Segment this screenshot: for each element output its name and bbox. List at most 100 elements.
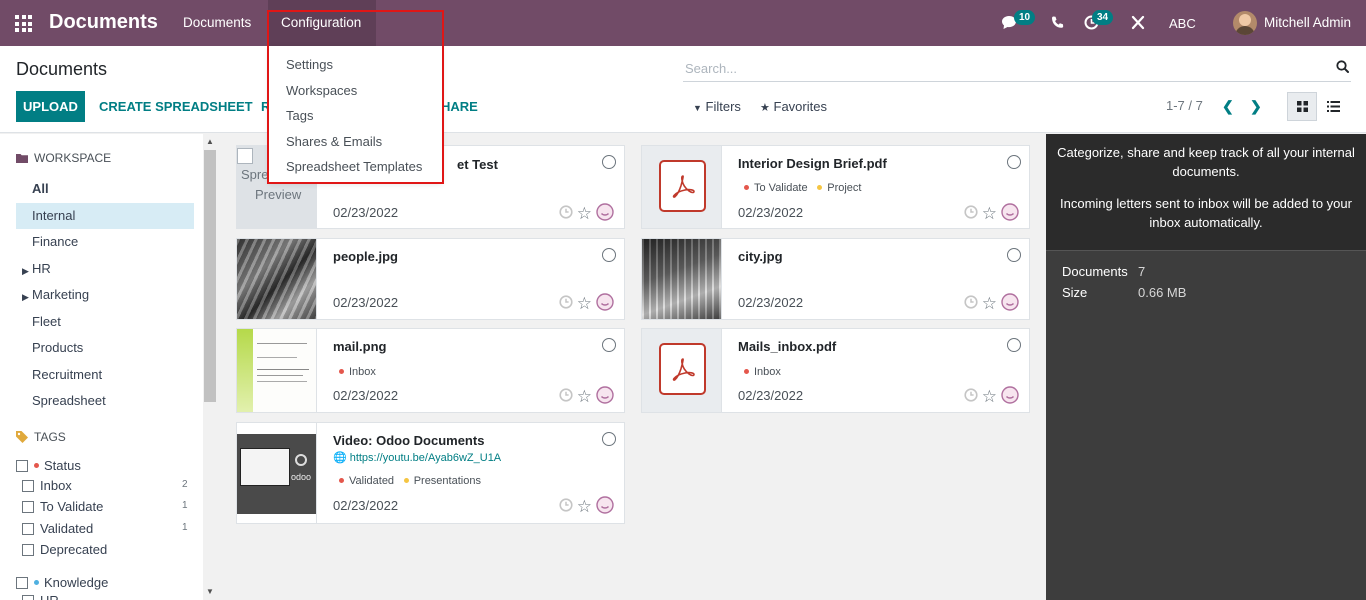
menu-documents[interactable]: Documents	[183, 15, 251, 30]
star-icon: ★	[760, 102, 770, 114]
scroll-down-icon[interactable]: ▼	[206, 587, 214, 596]
status-checkbox[interactable]	[16, 459, 28, 472]
clock-icon[interactable]	[559, 205, 573, 222]
company-switcher[interactable]: ABC	[1169, 16, 1196, 31]
to-validate-checkbox[interactable]	[22, 500, 34, 513]
search-icon[interactable]	[1336, 60, 1349, 76]
card-select-icon[interactable]	[1007, 338, 1021, 352]
star-icon[interactable]: ☆	[577, 204, 592, 224]
document-card[interactable]: Interior Design Brief.pdf To Validate Pr…	[641, 145, 1030, 229]
star-icon[interactable]: ☆	[982, 204, 997, 224]
smiley-icon[interactable]	[596, 496, 614, 517]
card-select-icon[interactable]	[602, 338, 616, 352]
sidebar-item-recruitment[interactable]: Recruitment	[16, 362, 194, 388]
star-icon[interactable]: ☆	[982, 387, 997, 407]
upload-button[interactable]: UPLOAD	[16, 91, 85, 122]
list-icon	[1326, 101, 1340, 112]
card-date: 02/23/2022	[333, 498, 399, 513]
video-thumbnail-image: odoo	[237, 434, 316, 514]
list-view-button[interactable]	[1318, 92, 1348, 121]
card-thumbnail	[642, 239, 722, 319]
kanban-view-button[interactable]	[1287, 92, 1317, 121]
card-date: 02/23/2022	[333, 388, 399, 403]
documents-count-label: Documents	[1062, 264, 1128, 279]
sidebar-item-all[interactable]: All	[16, 176, 194, 202]
card-name: city.jpg	[738, 249, 783, 264]
smiley-icon[interactable]	[596, 293, 614, 314]
tag-row-inbox[interactable]: Inbox	[22, 478, 72, 493]
clock-icon[interactable]	[964, 295, 978, 312]
app-title[interactable]: Documents	[49, 11, 158, 34]
card-select-icon[interactable]	[1007, 248, 1021, 262]
card-thumbnail: odoo	[237, 423, 317, 523]
tag-row-knowledge-partial[interactable]: HR	[22, 593, 59, 600]
smiley-icon[interactable]	[1001, 203, 1019, 224]
tag-row-deprecated[interactable]: Deprecated	[22, 542, 107, 557]
clock-icon[interactable]	[559, 295, 573, 312]
pager-next-icon[interactable]: ❯	[1250, 98, 1262, 115]
help-text: Incoming letters sent to inbox will be a…	[1060, 196, 1352, 230]
pager-value[interactable]: 1-7 / 7	[1166, 98, 1203, 113]
tag-row-validated[interactable]: Validated	[22, 521, 93, 536]
phone-icon[interactable]	[1051, 16, 1064, 32]
clock-icon[interactable]	[559, 388, 573, 405]
workspace-section-title: WORKSPACE	[16, 151, 111, 165]
star-icon[interactable]: ☆	[982, 294, 997, 314]
sidebar-item-finance[interactable]: Finance	[16, 229, 194, 255]
document-card[interactable]: people.jpg 02/23/2022 ☆	[236, 238, 625, 320]
apps-menu-icon[interactable]	[15, 15, 32, 32]
sidebar-item-hr[interactable]: HR	[16, 256, 194, 282]
favorites-toggle[interactable]: ★ Favorites	[760, 99, 827, 114]
card-select-icon[interactable]	[602, 248, 616, 262]
sidebar-item-spreadsheet[interactable]: Spreadsheet	[16, 388, 194, 414]
tools-icon[interactable]	[1131, 15, 1145, 33]
sidebar-item-marketing[interactable]: Marketing	[16, 282, 194, 308]
sidebar-item-products[interactable]: Products	[16, 335, 194, 361]
scroll-up-icon[interactable]: ▲	[206, 137, 214, 146]
clock-icon[interactable]	[964, 388, 978, 405]
knowledge-group-row[interactable]: Knowledge	[16, 575, 108, 590]
search-input[interactable]	[683, 56, 1313, 80]
document-card[interactable]: city.jpg 02/23/2022 ☆	[641, 238, 1030, 320]
smiley-icon[interactable]	[596, 203, 614, 224]
tag-dot-icon	[339, 478, 344, 483]
sidebar-item-internal[interactable]: Internal	[16, 203, 194, 229]
smiley-icon[interactable]	[596, 386, 614, 407]
card-select-icon[interactable]	[1007, 155, 1021, 169]
document-card[interactable]: odoo Video: Odoo Documents 🌐 https://you…	[236, 422, 625, 524]
sidebar-scroll-thumb[interactable]	[204, 150, 216, 402]
inspector-panel: Categorize, share and keep track of all …	[1046, 134, 1366, 600]
smiley-icon[interactable]	[1001, 386, 1019, 407]
tag-presentations: Presentations	[403, 475, 481, 487]
inbox-checkbox[interactable]	[22, 479, 34, 492]
knowledge-item-checkbox[interactable]	[22, 594, 34, 600]
video-link[interactable]: 🌐 https://youtu.be/Ayab6wZ_U1A	[333, 451, 501, 465]
card-select-icon[interactable]	[602, 432, 616, 446]
status-group-row[interactable]: Status	[16, 458, 81, 473]
clock-icon[interactable]	[964, 205, 978, 222]
knowledge-dot-icon	[34, 580, 39, 585]
user-avatar[interactable]	[1233, 11, 1257, 35]
share-button[interactable]: HARE	[441, 99, 478, 114]
pager-previous-icon[interactable]: ❮	[1222, 98, 1234, 115]
sidebar-item-fleet[interactable]: Fleet	[16, 309, 194, 335]
card-tags: Inbox	[339, 362, 382, 378]
smiley-icon[interactable]	[1001, 293, 1019, 314]
create-spreadsheet-button[interactable]: CREATE SPREADSHEET	[99, 99, 253, 114]
tag-row-to-validate[interactable]: To Validate	[22, 499, 103, 514]
card-select-icon[interactable]	[602, 155, 616, 169]
deprecated-checkbox[interactable]	[22, 543, 34, 556]
document-card[interactable]: Mails_inbox.pdf Inbox 02/23/2022 ☆	[641, 328, 1030, 413]
user-menu[interactable]: Mitchell Admin	[1264, 15, 1351, 30]
document-card[interactable]: mail.png Inbox 02/23/2022 ☆	[236, 328, 625, 413]
validated-checkbox[interactable]	[22, 522, 34, 535]
clock-icon[interactable]	[559, 498, 573, 515]
card-thumbnail	[237, 329, 317, 412]
star-icon[interactable]: ☆	[577, 387, 592, 407]
star-icon[interactable]: ☆	[577, 294, 592, 314]
star-icon[interactable]: ☆	[577, 497, 592, 517]
filters-toggle[interactable]: ▼ Filters	[693, 99, 741, 114]
knowledge-checkbox[interactable]	[16, 576, 28, 589]
pdf-icon	[659, 160, 706, 212]
documents-count-value: 7	[1138, 264, 1146, 279]
